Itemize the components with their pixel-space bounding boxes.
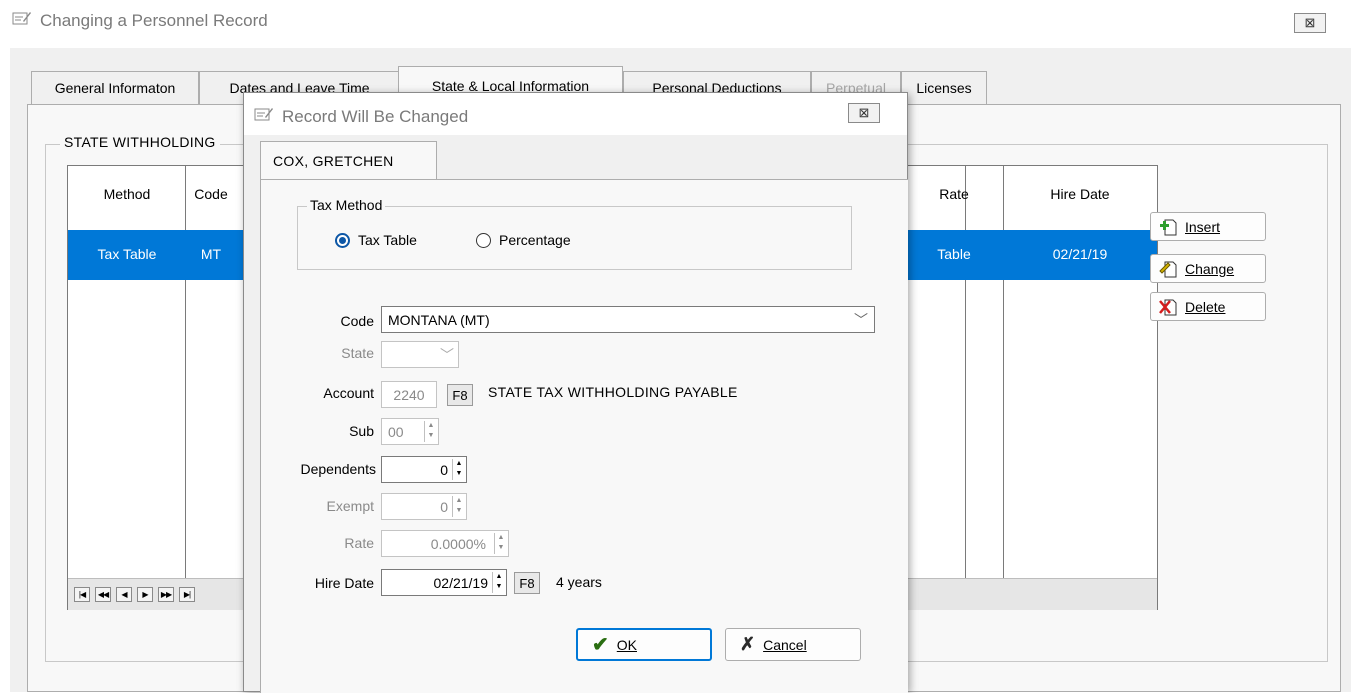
state-dropdown: ﹀ (381, 341, 459, 368)
dependents-value: 0 (440, 461, 448, 478)
dialog-title: Record Will Be Changed (254, 106, 468, 127)
chevron-down-icon: ﹀ (854, 312, 868, 328)
delete-button[interactable]: Delete (1150, 292, 1266, 321)
dialog-close-button[interactable]: ⊠ (848, 103, 880, 123)
stepper-arrows-icon: ▲ ▼ (424, 421, 437, 442)
dialog-title-text: Record Will Be Changed (282, 106, 469, 126)
sub-value: 00 (388, 423, 404, 440)
row-code-cell: MT (200, 246, 222, 262)
account-value: 2240 (393, 386, 425, 403)
grid-header-hire-date[interactable]: Hire Date (1004, 186, 1156, 202)
first-record-icon[interactable]: |◀ (74, 587, 90, 602)
last-record-icon[interactable]: ▶| (179, 587, 195, 602)
account-field: 2240 (381, 381, 437, 408)
rate-label: Rate (344, 535, 374, 551)
next-record-icon[interactable]: ▶ (137, 587, 153, 602)
grid-header-code[interactable]: Code (186, 186, 236, 202)
insert-label: Insert (1185, 218, 1221, 235)
cancel-x-icon: ✗ (740, 634, 756, 654)
account-description: STATE TAX WITHHOLDING PAYABLE (488, 384, 738, 400)
insert-button[interactable]: Insert (1150, 212, 1266, 241)
checkmark-icon: ✔ (592, 634, 609, 656)
hire-date-lookup-button[interactable]: F8 (514, 572, 540, 594)
dependents-stepper[interactable]: 0 ▲ ▼ (381, 456, 467, 483)
hire-date-field[interactable]: 02/21/19 ▲ ▼ (381, 569, 507, 596)
stepper-arrows-icon: ▲ ▼ (452, 496, 465, 517)
grid-header-rate[interactable]: Rate (904, 186, 1004, 202)
close-icon: ⊠ (858, 105, 870, 120)
row-hire-date-cell: 02/21/19 (1052, 246, 1108, 262)
exempt-label: Exempt (326, 498, 374, 514)
cancel-label: Cancel (763, 636, 807, 653)
delete-icon (1159, 297, 1179, 317)
ok-label: OK (616, 636, 637, 653)
outer-close-button[interactable]: ⊠ (1294, 13, 1326, 33)
tab-licenses[interactable]: Licenses (901, 71, 987, 104)
delete-label: Delete (1185, 298, 1226, 315)
dependents-label: Dependents (300, 461, 376, 477)
rate-stepper: 0.0000% ▲ ▼ (381, 530, 509, 557)
prior-record-icon[interactable]: ◀ (116, 587, 132, 602)
employee-name: COX, GRETCHEN (273, 153, 394, 169)
row-rate-cell: Table (937, 246, 971, 262)
grid-header-method[interactable]: Method (68, 186, 186, 202)
sub-label: Sub (349, 423, 374, 439)
sub-stepper: 00 ▲ ▼ (381, 418, 439, 445)
account-label: Account (323, 385, 374, 401)
stepper-arrows-icon[interactable]: ▲ ▼ (452, 459, 465, 480)
hire-date-value: 02/21/19 (433, 574, 489, 591)
radio-percentage-label: Percentage (499, 232, 571, 248)
hire-date-label: Hire Date (314, 575, 374, 591)
state-withholding-label: STATE WITHHOLDING (60, 134, 220, 150)
tab-employee-name[interactable]: COX, GRETCHEN (260, 141, 437, 180)
tax-method-label: Tax Method (307, 197, 386, 213)
radio-selected-icon (335, 232, 350, 248)
stepper-arrows-icon[interactable]: ▲ ▼ (492, 572, 505, 593)
radio-tax-table[interactable]: Tax Table (335, 232, 417, 248)
change-icon (1159, 259, 1179, 279)
outer-window-title: Changing a Personnel Record (12, 10, 268, 31)
tab-general-information[interactable]: General Informaton (31, 71, 199, 104)
cancel-button[interactable]: ✗ Cancel (725, 628, 861, 661)
code-value: MONTANA (MT) (388, 311, 490, 328)
change-label: Change (1185, 260, 1235, 277)
exempt-stepper: 0 ▲ ▼ (381, 493, 467, 520)
rate-value: 0.0000% (430, 535, 486, 552)
radio-unselected-icon (476, 232, 491, 248)
insert-icon (1159, 217, 1179, 237)
grid-column-rate (966, 166, 1004, 578)
exempt-value: 0 (440, 498, 448, 515)
account-lookup-button[interactable]: F8 (447, 384, 473, 406)
code-dropdown[interactable]: MONTANA (MT) ﹀ (381, 306, 875, 333)
code-label: Code (340, 313, 374, 329)
next-page-icon[interactable]: ▶▶ (158, 587, 174, 602)
hire-date-tenure: 4 years (556, 574, 602, 590)
chevron-down-icon: ﹀ (440, 347, 454, 363)
edit-record-icon (12, 10, 32, 31)
row-method-cell: Tax Table (97, 246, 157, 262)
grid-column-method (68, 166, 186, 578)
close-icon: ⊠ (1304, 15, 1316, 30)
edit-record-icon (254, 106, 274, 127)
ok-button[interactable]: ✔ OK (576, 628, 712, 661)
prior-page-icon[interactable]: ◀◀ (95, 587, 111, 602)
change-button[interactable]: Change (1150, 254, 1266, 283)
radio-tax-table-label: Tax Table (358, 232, 417, 248)
outer-title-text: Changing a Personnel Record (40, 10, 268, 30)
state-label: State (341, 345, 374, 361)
radio-percentage[interactable]: Percentage (476, 232, 571, 248)
stepper-arrows-icon: ▲ ▼ (494, 533, 507, 554)
